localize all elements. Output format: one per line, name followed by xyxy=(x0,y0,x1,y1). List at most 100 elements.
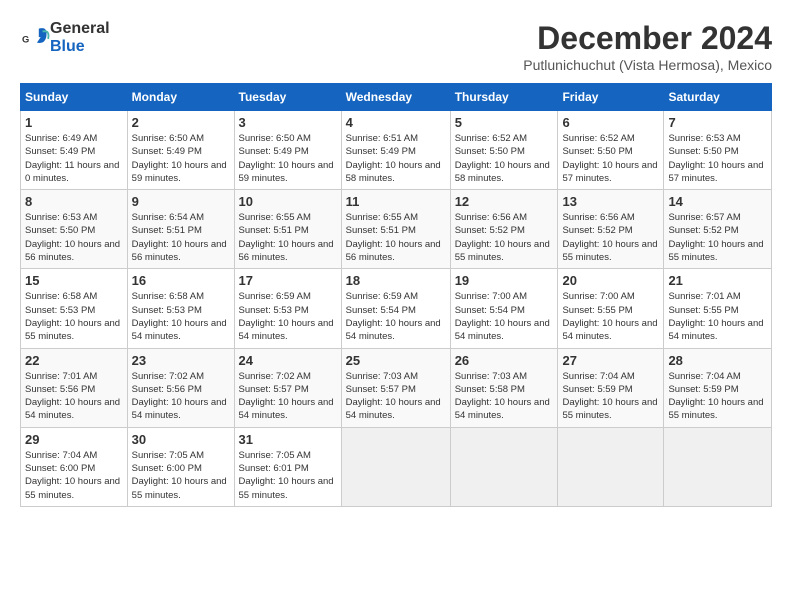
calendar-cell: 22 Sunrise: 7:01 AM Sunset: 5:56 PM Dayl… xyxy=(21,348,128,427)
day-detail: Sunrise: 6:58 AM Sunset: 5:53 PM Dayligh… xyxy=(132,290,230,343)
calendar-cell: 7 Sunrise: 6:53 AM Sunset: 5:50 PM Dayli… xyxy=(664,111,772,190)
week-row-3: 15 Sunrise: 6:58 AM Sunset: 5:53 PM Dayl… xyxy=(21,269,772,348)
calendar-table: Sunday Monday Tuesday Wednesday Thursday… xyxy=(20,83,772,507)
day-number: 18 xyxy=(346,273,446,288)
calendar-cell: 12 Sunrise: 6:56 AM Sunset: 5:52 PM Dayl… xyxy=(450,190,558,269)
calendar-cell: 28 Sunrise: 7:04 AM Sunset: 5:59 PM Dayl… xyxy=(664,348,772,427)
day-number: 30 xyxy=(132,432,230,447)
calendar-cell: 27 Sunrise: 7:04 AM Sunset: 5:59 PM Dayl… xyxy=(558,348,664,427)
calendar-cell: 17 Sunrise: 6:59 AM Sunset: 5:53 PM Dayl… xyxy=(234,269,341,348)
day-number: 12 xyxy=(455,194,554,209)
day-detail: Sunrise: 7:02 AM Sunset: 5:56 PM Dayligh… xyxy=(132,370,230,423)
calendar-cell xyxy=(341,427,450,506)
calendar-cell: 24 Sunrise: 7:02 AM Sunset: 5:57 PM Dayl… xyxy=(234,348,341,427)
calendar-cell: 3 Sunrise: 6:50 AM Sunset: 5:49 PM Dayli… xyxy=(234,111,341,190)
day-number: 25 xyxy=(346,353,446,368)
calendar-cell: 30 Sunrise: 7:05 AM Sunset: 6:00 PM Dayl… xyxy=(127,427,234,506)
calendar-cell: 31 Sunrise: 7:05 AM Sunset: 6:01 PM Dayl… xyxy=(234,427,341,506)
logo-blue: Blue xyxy=(50,38,85,55)
day-detail: Sunrise: 7:00 AM Sunset: 5:55 PM Dayligh… xyxy=(562,290,659,343)
day-detail: Sunrise: 7:01 AM Sunset: 5:55 PM Dayligh… xyxy=(668,290,767,343)
day-detail: Sunrise: 6:56 AM Sunset: 5:52 PM Dayligh… xyxy=(562,211,659,264)
calendar-title: December 2024 xyxy=(523,20,772,57)
calendar-cell: 25 Sunrise: 7:03 AM Sunset: 5:57 PM Dayl… xyxy=(341,348,450,427)
col-friday: Friday xyxy=(558,84,664,111)
day-number: 4 xyxy=(346,115,446,130)
day-number: 29 xyxy=(25,432,123,447)
day-detail: Sunrise: 6:57 AM Sunset: 5:52 PM Dayligh… xyxy=(668,211,767,264)
calendar-cell: 1 Sunrise: 6:49 AM Sunset: 5:49 PM Dayli… xyxy=(21,111,128,190)
day-number: 31 xyxy=(239,432,337,447)
day-detail: Sunrise: 6:53 AM Sunset: 5:50 PM Dayligh… xyxy=(668,132,767,185)
day-number: 20 xyxy=(562,273,659,288)
calendar-cell: 15 Sunrise: 6:58 AM Sunset: 5:53 PM Dayl… xyxy=(21,269,128,348)
calendar-cell: 13 Sunrise: 6:56 AM Sunset: 5:52 PM Dayl… xyxy=(558,190,664,269)
day-number: 8 xyxy=(25,194,123,209)
col-saturday: Saturday xyxy=(664,84,772,111)
day-number: 19 xyxy=(455,273,554,288)
week-row-5: 29 Sunrise: 7:04 AM Sunset: 6:00 PM Dayl… xyxy=(21,427,772,506)
calendar-subtitle: Putlunichuchut (Vista Hermosa), Mexico xyxy=(523,57,772,73)
calendar-cell: 8 Sunrise: 6:53 AM Sunset: 5:50 PM Dayli… xyxy=(21,190,128,269)
col-sunday: Sunday xyxy=(21,84,128,111)
col-tuesday: Tuesday xyxy=(234,84,341,111)
title-section: December 2024 Putlunichuchut (Vista Herm… xyxy=(523,20,772,73)
calendar-cell: 9 Sunrise: 6:54 AM Sunset: 5:51 PM Dayli… xyxy=(127,190,234,269)
day-number: 28 xyxy=(668,353,767,368)
col-wednesday: Wednesday xyxy=(341,84,450,111)
day-detail: Sunrise: 7:04 AM Sunset: 5:59 PM Dayligh… xyxy=(562,370,659,423)
day-detail: Sunrise: 6:54 AM Sunset: 5:51 PM Dayligh… xyxy=(132,211,230,264)
day-number: 10 xyxy=(239,194,337,209)
day-number: 21 xyxy=(668,273,767,288)
logo-icon: G xyxy=(22,24,50,52)
day-detail: Sunrise: 7:04 AM Sunset: 5:59 PM Dayligh… xyxy=(668,370,767,423)
calendar-cell: 6 Sunrise: 6:52 AM Sunset: 5:50 PM Dayli… xyxy=(558,111,664,190)
calendar-cell: 19 Sunrise: 7:00 AM Sunset: 5:54 PM Dayl… xyxy=(450,269,558,348)
calendar-cell: 21 Sunrise: 7:01 AM Sunset: 5:55 PM Dayl… xyxy=(664,269,772,348)
day-number: 7 xyxy=(668,115,767,130)
day-detail: Sunrise: 7:05 AM Sunset: 6:01 PM Dayligh… xyxy=(239,449,337,502)
day-detail: Sunrise: 6:53 AM Sunset: 5:50 PM Dayligh… xyxy=(25,211,123,264)
calendar-cell: 23 Sunrise: 7:02 AM Sunset: 5:56 PM Dayl… xyxy=(127,348,234,427)
day-detail: Sunrise: 6:50 AM Sunset: 5:49 PM Dayligh… xyxy=(239,132,337,185)
calendar-cell: 10 Sunrise: 6:55 AM Sunset: 5:51 PM Dayl… xyxy=(234,190,341,269)
week-row-4: 22 Sunrise: 7:01 AM Sunset: 5:56 PM Dayl… xyxy=(21,348,772,427)
day-number: 13 xyxy=(562,194,659,209)
day-number: 23 xyxy=(132,353,230,368)
col-monday: Monday xyxy=(127,84,234,111)
day-number: 17 xyxy=(239,273,337,288)
day-number: 5 xyxy=(455,115,554,130)
day-detail: Sunrise: 6:52 AM Sunset: 5:50 PM Dayligh… xyxy=(562,132,659,185)
header: G General Blue December 2024 Putlunichuc… xyxy=(20,20,772,73)
day-number: 9 xyxy=(132,194,230,209)
calendar-cell: 2 Sunrise: 6:50 AM Sunset: 5:49 PM Dayli… xyxy=(127,111,234,190)
day-detail: Sunrise: 7:04 AM Sunset: 6:00 PM Dayligh… xyxy=(25,449,123,502)
calendar-body: 1 Sunrise: 6:49 AM Sunset: 5:49 PM Dayli… xyxy=(21,111,772,507)
day-number: 3 xyxy=(239,115,337,130)
day-detail: Sunrise: 7:01 AM Sunset: 5:56 PM Dayligh… xyxy=(25,370,123,423)
day-detail: Sunrise: 6:49 AM Sunset: 5:49 PM Dayligh… xyxy=(25,132,123,185)
week-row-2: 8 Sunrise: 6:53 AM Sunset: 5:50 PM Dayli… xyxy=(21,190,772,269)
day-detail: Sunrise: 7:02 AM Sunset: 5:57 PM Dayligh… xyxy=(239,370,337,423)
day-number: 16 xyxy=(132,273,230,288)
calendar-cell: 5 Sunrise: 6:52 AM Sunset: 5:50 PM Dayli… xyxy=(450,111,558,190)
calendar-cell: 20 Sunrise: 7:00 AM Sunset: 5:55 PM Dayl… xyxy=(558,269,664,348)
day-number: 6 xyxy=(562,115,659,130)
day-number: 15 xyxy=(25,273,123,288)
calendar-cell xyxy=(450,427,558,506)
calendar-cell: 16 Sunrise: 6:58 AM Sunset: 5:53 PM Dayl… xyxy=(127,269,234,348)
day-number: 27 xyxy=(562,353,659,368)
day-detail: Sunrise: 6:52 AM Sunset: 5:50 PM Dayligh… xyxy=(455,132,554,185)
week-row-1: 1 Sunrise: 6:49 AM Sunset: 5:49 PM Dayli… xyxy=(21,111,772,190)
logo-general: General xyxy=(50,20,110,37)
logo: G General Blue xyxy=(20,20,110,56)
day-detail: Sunrise: 7:00 AM Sunset: 5:54 PM Dayligh… xyxy=(455,290,554,343)
day-detail: Sunrise: 6:58 AM Sunset: 5:53 PM Dayligh… xyxy=(25,290,123,343)
day-detail: Sunrise: 6:59 AM Sunset: 5:53 PM Dayligh… xyxy=(239,290,337,343)
day-detail: Sunrise: 6:59 AM Sunset: 5:54 PM Dayligh… xyxy=(346,290,446,343)
day-number: 2 xyxy=(132,115,230,130)
day-number: 11 xyxy=(346,194,446,209)
calendar-cell xyxy=(558,427,664,506)
day-detail: Sunrise: 6:51 AM Sunset: 5:49 PM Dayligh… xyxy=(346,132,446,185)
day-number: 1 xyxy=(25,115,123,130)
